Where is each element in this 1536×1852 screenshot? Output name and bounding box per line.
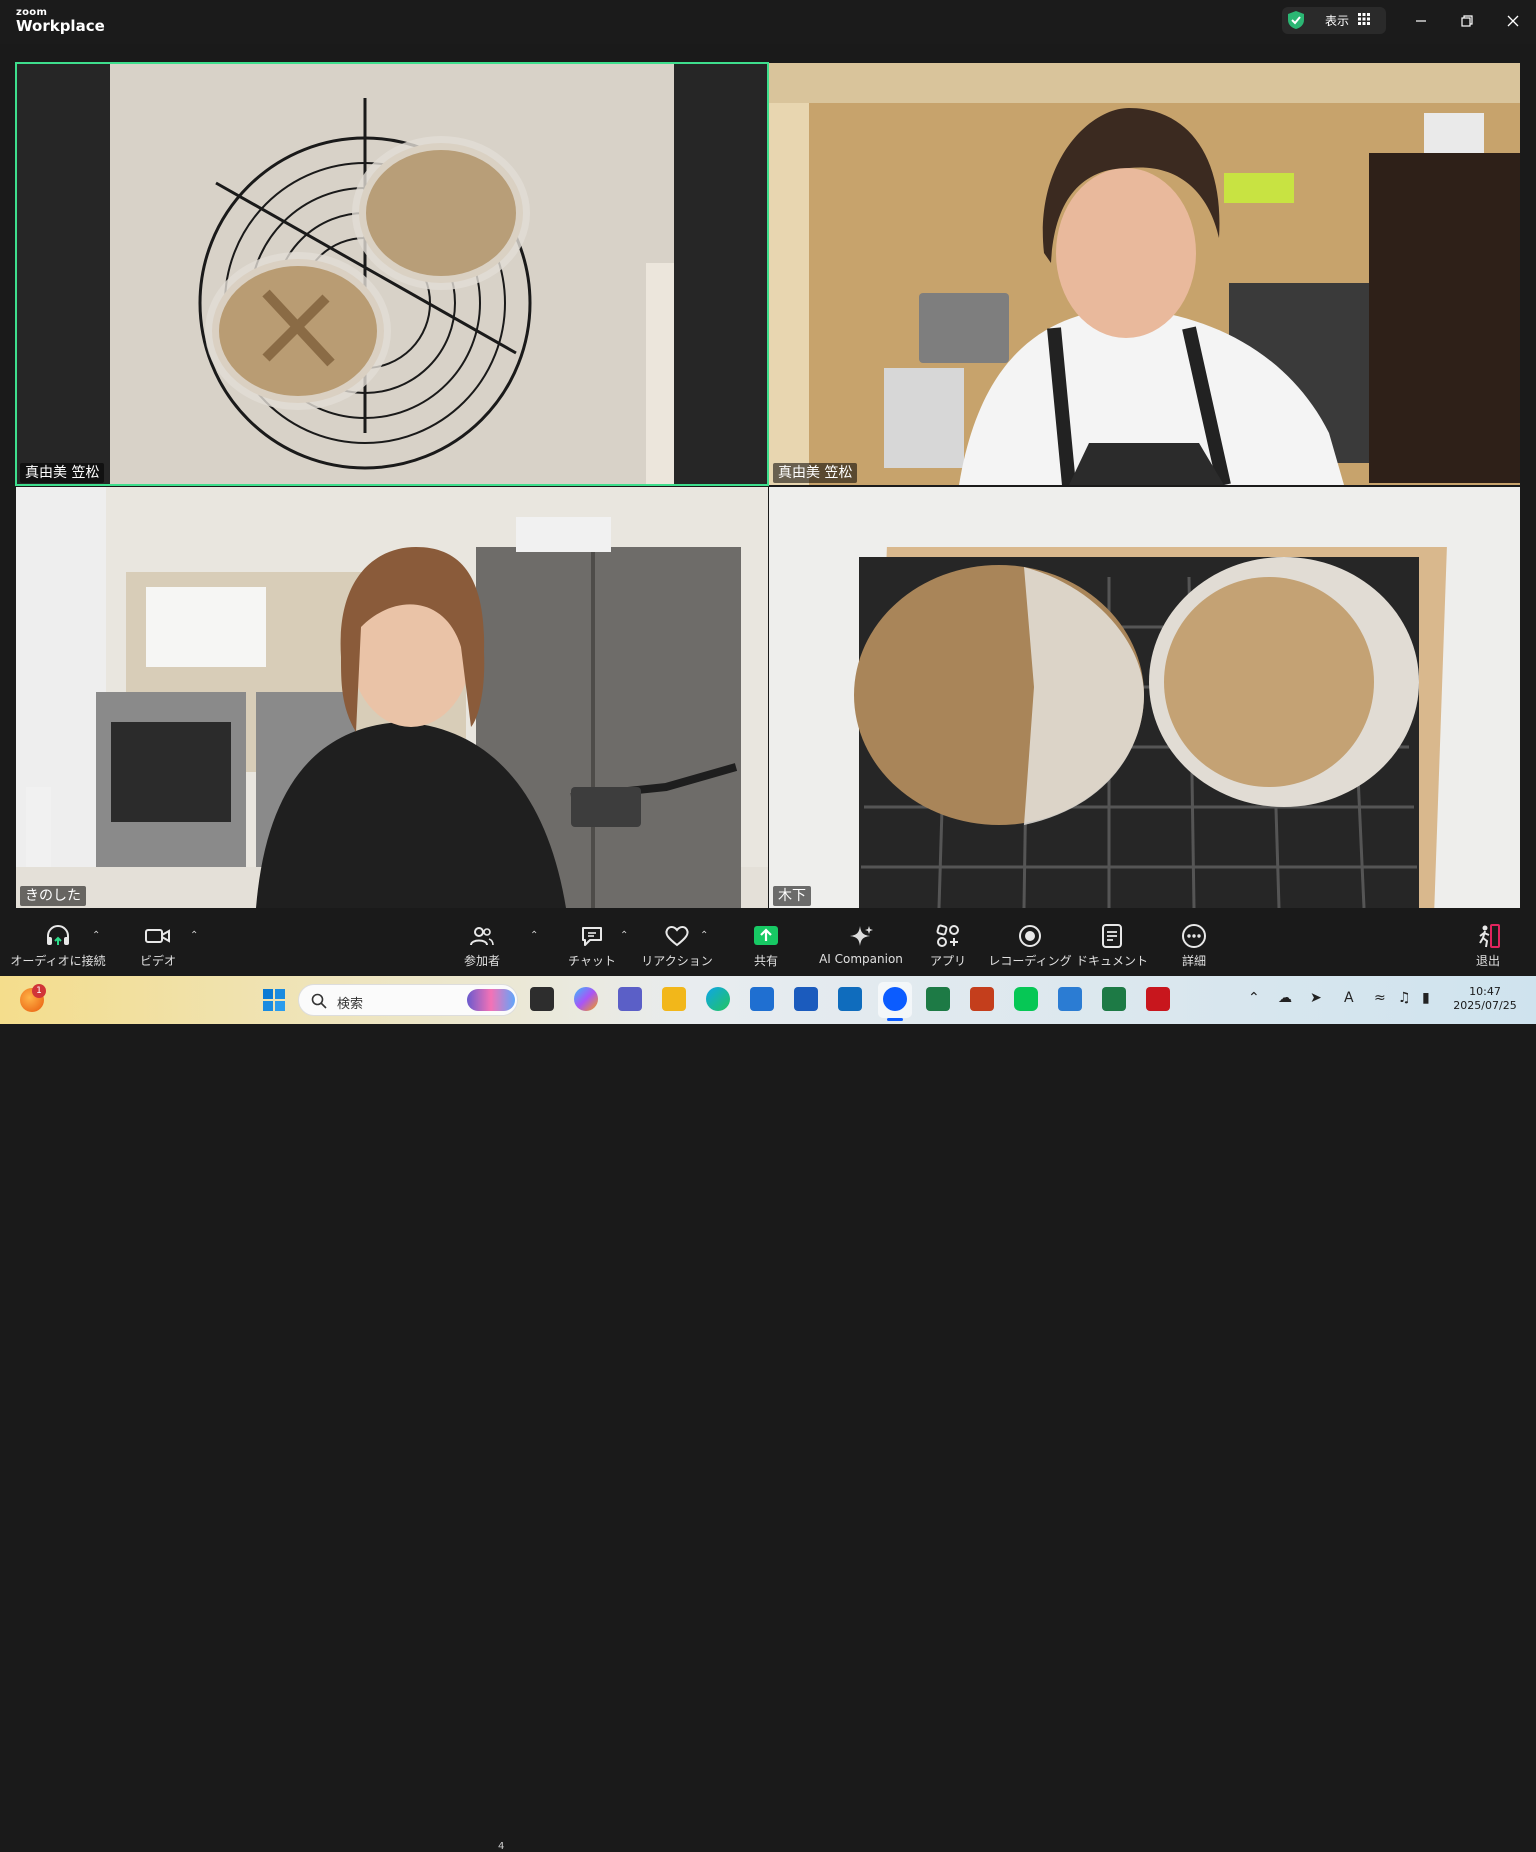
location-icon[interactable]: ➤ bbox=[1310, 990, 1322, 1006]
tray-chevron-icon[interactable]: ⌃ bbox=[1248, 990, 1260, 1006]
meeting-toolbar: オーディオに接続 ⌃ ビデオ ⌃ 参加者 4 ⌃ チャット ⌃ リアクション ⌃… bbox=[0, 910, 1536, 1852]
participant-name: きのした bbox=[20, 886, 86, 906]
share-label: 共有 bbox=[753, 954, 778, 968]
documents-label: ドキュメント bbox=[1076, 954, 1149, 968]
video-options-chevron-icon[interactable]: ⌃ bbox=[190, 930, 198, 941]
more-label: 詳細 bbox=[1181, 954, 1206, 968]
video-tile-2[interactable]: 真由美 笠松 bbox=[769, 63, 1520, 485]
headphones-icon bbox=[47, 925, 69, 945]
more-button[interactable]: 詳細 bbox=[1170, 922, 1218, 972]
record-label: レコーディング bbox=[988, 954, 1072, 968]
windows-start-icon[interactable] bbox=[262, 988, 286, 1012]
video-label: ビデオ bbox=[139, 954, 176, 968]
grid-view-icon[interactable] bbox=[1358, 13, 1370, 25]
clock-time: 10:47 bbox=[1469, 985, 1501, 998]
microsoft-store-icon[interactable] bbox=[750, 987, 774, 1011]
active-app-indicator bbox=[887, 1018, 903, 1021]
apps-button[interactable]: アプリ bbox=[926, 922, 970, 972]
participants-button[interactable]: 参加者 bbox=[456, 922, 508, 972]
chat-label: チャット bbox=[568, 954, 616, 968]
participants-options-chevron-icon[interactable]: ⌃ bbox=[530, 930, 538, 941]
participants-count: 4 bbox=[498, 1841, 505, 1852]
sparkle-icon bbox=[850, 926, 873, 946]
title-bar: zoom Workplace 表示 bbox=[0, 0, 1536, 44]
participants-icon bbox=[470, 927, 494, 946]
zoom-workplace-logo: zoom Workplace bbox=[16, 8, 105, 34]
view-label[interactable]: 表示 bbox=[1325, 12, 1349, 29]
ai-companion-button[interactable]: AI Companion bbox=[818, 922, 904, 972]
bread-rack-video bbox=[16, 63, 768, 485]
outlook-icon[interactable] bbox=[838, 987, 862, 1011]
wifi-icon[interactable]: ≈ bbox=[1374, 990, 1386, 1006]
bread-grid-video bbox=[769, 487, 1520, 908]
excel-file-icon[interactable] bbox=[1102, 987, 1126, 1011]
task-view-icon[interactable] bbox=[530, 987, 554, 1011]
zoom-app-icon[interactable] bbox=[883, 987, 907, 1011]
document-icon bbox=[1102, 924, 1122, 948]
camera-icon bbox=[145, 929, 170, 943]
share-button[interactable]: 共有 bbox=[744, 922, 788, 972]
leave-label: 退出 bbox=[1475, 954, 1500, 968]
copilot-icon[interactable] bbox=[574, 987, 598, 1011]
file-explorer-icon[interactable] bbox=[662, 987, 686, 1011]
notepad-icon[interactable] bbox=[1058, 987, 1082, 1011]
participant-name: 真由美 笠松 bbox=[20, 463, 105, 483]
notification-badge: 1 bbox=[32, 984, 46, 998]
windows-taskbar: 1 検索 ⌃ ☁ ➤ A ≈ ♫ ▮ 10:47 2025/07/25 bbox=[0, 976, 1536, 1024]
heart-icon bbox=[665, 926, 689, 947]
leave-button[interactable]: 退出 bbox=[1466, 922, 1510, 972]
restore-icon bbox=[1461, 15, 1473, 27]
documents-button[interactable]: ドキュメント bbox=[1076, 922, 1149, 972]
search-highlight-image-icon bbox=[467, 989, 515, 1011]
minimize-icon bbox=[1416, 20, 1426, 22]
audio-options-chevron-icon[interactable]: ⌃ bbox=[92, 930, 100, 941]
teams-icon[interactable] bbox=[618, 987, 642, 1011]
share-screen-icon bbox=[754, 926, 778, 945]
participant-name: 真由美 笠松 bbox=[773, 463, 858, 483]
ai-companion-label: AI Companion bbox=[819, 952, 903, 966]
search-icon bbox=[311, 993, 327, 1009]
record-button[interactable]: レコーディング bbox=[988, 922, 1072, 972]
powerpoint-icon[interactable] bbox=[970, 987, 994, 1011]
taskbar-search-box[interactable]: 検索 bbox=[298, 984, 518, 1016]
video-tile-1[interactable]: 真由美 笠松 bbox=[16, 63, 768, 485]
clock-date: 2025/07/25 bbox=[1453, 999, 1517, 1012]
system-clock[interactable]: 10:47 2025/07/25 bbox=[1450, 985, 1520, 1013]
apps-label: アプリ bbox=[929, 954, 966, 968]
participant-video bbox=[16, 487, 768, 908]
ime-icon[interactable]: A bbox=[1344, 990, 1354, 1006]
brand-workplace: Workplace bbox=[16, 17, 105, 35]
reactions-label: リアクション bbox=[641, 954, 713, 968]
apps-icon bbox=[936, 924, 959, 947]
shield-icon[interactable] bbox=[1286, 10, 1306, 30]
participants-label: 参加者 bbox=[463, 954, 500, 968]
video-tile-3[interactable]: きのした bbox=[16, 487, 768, 908]
word-icon[interactable] bbox=[794, 987, 818, 1011]
close-button[interactable] bbox=[1497, 6, 1529, 36]
restore-button[interactable] bbox=[1451, 6, 1483, 36]
excel-icon[interactable] bbox=[926, 987, 950, 1011]
minimize-button[interactable] bbox=[1405, 6, 1437, 36]
participant-video bbox=[769, 63, 1520, 485]
record-icon bbox=[1019, 925, 1041, 947]
line-app-icon[interactable] bbox=[1014, 987, 1038, 1011]
volume-icon[interactable]: ♫ bbox=[1398, 990, 1411, 1006]
more-icon bbox=[1182, 924, 1206, 948]
chat-button[interactable]: チャット bbox=[566, 922, 618, 972]
edge-browser-icon[interactable] bbox=[706, 987, 730, 1011]
video-button[interactable]: ビデオ bbox=[136, 922, 180, 972]
battery-icon[interactable]: ▮ bbox=[1422, 990, 1430, 1006]
acrobat-icon[interactable] bbox=[1146, 987, 1170, 1011]
close-icon bbox=[1507, 15, 1519, 27]
participant-name: 木下 bbox=[773, 886, 811, 906]
video-tile-4[interactable]: 木下 bbox=[769, 487, 1520, 908]
search-placeholder: 検索 bbox=[337, 997, 364, 1012]
leave-icon bbox=[1479, 924, 1500, 948]
audio-label: オーディオに接続 bbox=[10, 954, 106, 968]
reactions-options-chevron-icon[interactable]: ⌃ bbox=[700, 930, 708, 941]
chat-icon bbox=[582, 927, 602, 946]
chat-options-chevron-icon[interactable]: ⌃ bbox=[620, 930, 628, 941]
onedrive-icon[interactable]: ☁ bbox=[1278, 990, 1292, 1006]
